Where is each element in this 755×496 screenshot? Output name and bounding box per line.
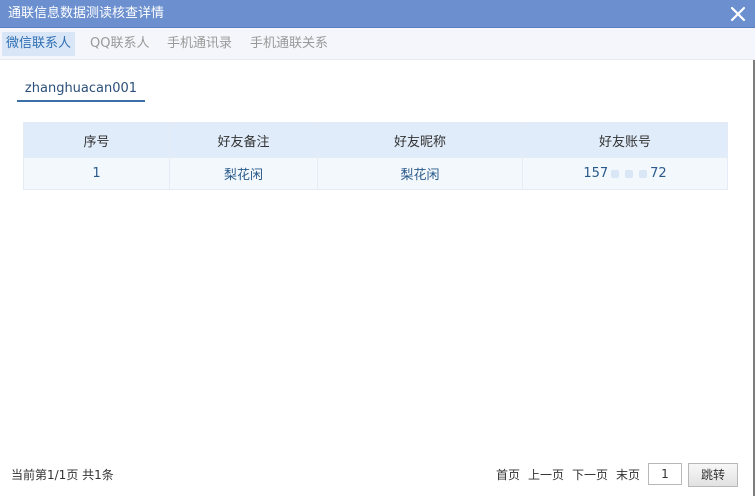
cell-account: 157 72 <box>522 157 728 190</box>
page-number-input[interactable] <box>648 463 682 485</box>
tab-wechat-contacts[interactable]: 微信联系人 <box>2 32 76 56</box>
header-remark: 好友备注 <box>169 122 318 158</box>
tab-qq-contacts[interactable]: QQ联系人 <box>86 32 153 56</box>
table-row[interactable]: 1 梨花闲 梨花闲 157 72 <box>23 157 728 190</box>
next-page-link[interactable]: 下一页 <box>572 467 608 483</box>
last-page-link[interactable]: 末页 <box>616 467 640 483</box>
account-suffix: 72 <box>650 166 667 181</box>
header-account: 好友账号 <box>522 122 728 158</box>
header-index: 序号 <box>23 122 170 158</box>
tab-phone-contacts[interactable]: 手机通讯录 <box>163 32 236 56</box>
tab-bar: 微信联系人 QQ联系人 手机通讯录 手机通联关系 <box>0 28 755 60</box>
redaction-mark <box>639 169 648 178</box>
redaction-mark <box>611 169 620 178</box>
header-nickname: 好友昵称 <box>317 122 523 158</box>
title-bar: 通联信息数据测读核查详情 <box>0 0 755 28</box>
cell-remark: 梨花闲 <box>169 157 318 190</box>
prev-page-link[interactable]: 上一页 <box>528 467 564 483</box>
close-icon <box>730 6 746 22</box>
account-prefix: 157 <box>583 166 609 181</box>
window-title: 通联信息数据测读核查详情 <box>8 6 165 21</box>
account-tab[interactable]: zhanghuacan001 <box>17 80 145 102</box>
contacts-table: 序号 好友备注 好友昵称 好友账号 1 梨花闲 梨花闲 157 72 <box>23 122 728 190</box>
cell-nickname: 梨花闲 <box>317 157 523 190</box>
table-header-row: 序号 好友备注 好友昵称 好友账号 <box>23 122 728 158</box>
first-page-link[interactable]: 首页 <box>496 467 520 483</box>
close-button[interactable] <box>727 3 749 25</box>
jump-button[interactable]: 跳转 <box>688 463 738 487</box>
page-info: 当前第1/1页 共1条 <box>11 468 114 482</box>
cell-index: 1 <box>23 157 170 190</box>
tab-phone-relations[interactable]: 手机通联关系 <box>246 32 332 56</box>
redaction-mark <box>625 169 634 178</box>
